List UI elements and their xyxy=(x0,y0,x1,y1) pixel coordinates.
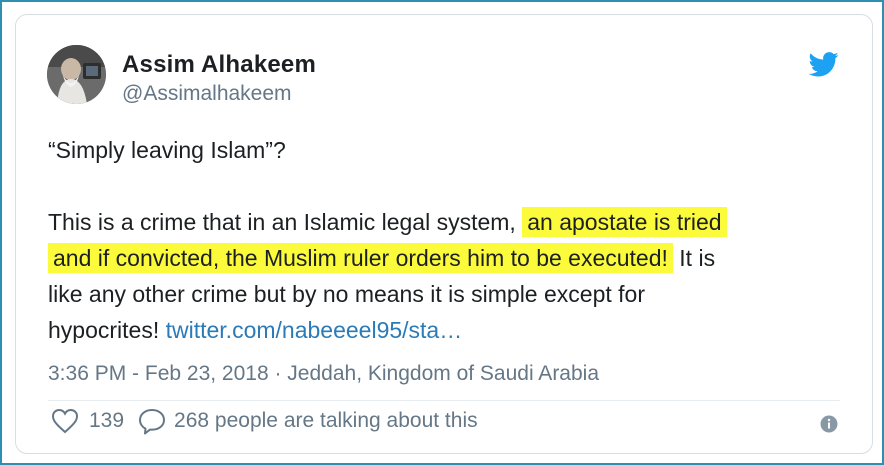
like-button[interactable]: 139 xyxy=(51,408,124,434)
avatar-image xyxy=(47,45,106,104)
tweet-card[interactable]: Assim Alhakeem @Assimalhakeem “Simply le… xyxy=(15,14,873,454)
screenshot-frame: Assim Alhakeem @Assimalhakeem “Simply le… xyxy=(0,0,884,465)
tweet-line: and if convicted, the Muslim ruler order… xyxy=(48,240,848,276)
twitter-bird-icon[interactable] xyxy=(809,52,839,77)
tweet-timestamp[interactable]: 3:36 PM - Feb 23, 2018 · Jeddah, Kingdom… xyxy=(48,362,599,386)
tweet-link[interactable]: twitter.com/nabeeeel95/sta… xyxy=(166,317,463,343)
heart-icon xyxy=(51,408,79,434)
author-handle[interactable]: @Assimalhakeem xyxy=(122,82,292,106)
conversation-button[interactable]: 268 people are talking about this xyxy=(138,407,478,435)
talking-count: 268 people are talking about this xyxy=(174,409,478,432)
tweet-line: This is a crime that in an Islamic legal… xyxy=(48,204,848,240)
like-count: 139 xyxy=(89,409,125,432)
tweet-actions: 139 268 people are talking about this xyxy=(51,406,478,436)
tweet-text: “Simply leaving Islam”? This is a crime … xyxy=(48,132,848,348)
avatar[interactable] xyxy=(47,45,106,104)
tweet-line: “Simply leaving Islam”? xyxy=(48,137,286,163)
speech-bubble-icon xyxy=(139,409,166,435)
tweet-text-segment: It is xyxy=(672,245,716,271)
tweet-line: hypocrites! twitter.com/nabeeeel95/sta… xyxy=(48,312,848,348)
highlighted-text: and if convicted, the Muslim ruler order… xyxy=(48,243,673,273)
author-display-name[interactable]: Assim Alhakeem xyxy=(122,51,316,79)
info-icon[interactable] xyxy=(820,415,838,433)
tweet-text-segment: This is a crime that in an Islamic legal… xyxy=(48,209,523,235)
tweet-line: like any other crime but by no means it … xyxy=(48,281,645,307)
highlighted-text: an apostate is tried xyxy=(522,207,727,237)
divider xyxy=(48,400,840,401)
tweet-text-segment: hypocrites! xyxy=(48,317,166,343)
